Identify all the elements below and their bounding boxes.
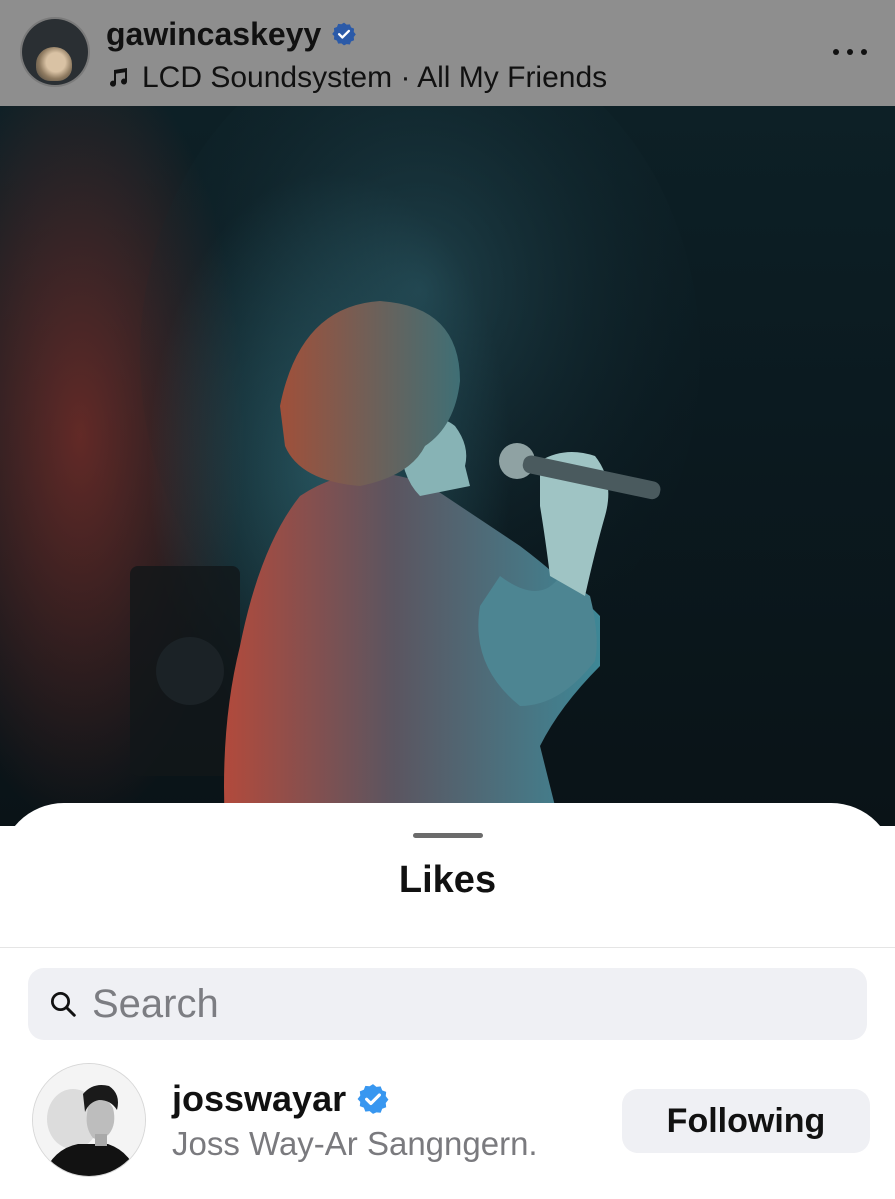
post-author-username-row[interactable]: gawincaskeyy xyxy=(106,14,357,54)
music-note-icon xyxy=(110,68,128,87)
post-audio-label[interactable]: LCD Soundsystem · All My Friends xyxy=(142,61,607,95)
following-button[interactable]: Following xyxy=(622,1089,870,1153)
post-audio-row[interactable]: LCD Soundsystem · All My Friends xyxy=(106,58,607,98)
post-header: gawincaskeyy LCD Soundsystem · All My Fr… xyxy=(0,0,895,106)
post-author-avatar[interactable] xyxy=(22,19,88,85)
sheet-title: Likes xyxy=(398,859,497,901)
liker-full-name: Joss Way-Ar Sangngern. xyxy=(172,1125,538,1162)
post-photo xyxy=(0,106,895,826)
liker-avatar-photo xyxy=(33,1064,145,1176)
avatar-photo xyxy=(36,47,72,81)
post-author-username[interactable]: gawincaskeyy xyxy=(106,16,321,53)
likes-sheet: Likes josswayar Joss Way-Ar xyxy=(0,803,895,1199)
liker-row[interactable]: josswayar Joss Way-Ar Sangngern. Followi… xyxy=(0,1061,895,1191)
verified-badge-icon xyxy=(357,1084,389,1114)
singer-illustration xyxy=(130,106,700,826)
search-icon xyxy=(51,992,76,1017)
verified-badge-icon xyxy=(332,22,357,46)
liker-username[interactable]: josswayar xyxy=(172,1078,346,1120)
liker-avatar[interactable] xyxy=(33,1064,145,1176)
sheet-divider xyxy=(0,947,895,948)
search-input[interactable] xyxy=(92,981,832,1027)
more-options-icon[interactable] xyxy=(833,38,867,66)
search-bar[interactable] xyxy=(28,968,867,1040)
liker-username-row[interactable]: josswayar xyxy=(172,1077,390,1121)
sheet-grab-handle[interactable] xyxy=(413,833,483,838)
